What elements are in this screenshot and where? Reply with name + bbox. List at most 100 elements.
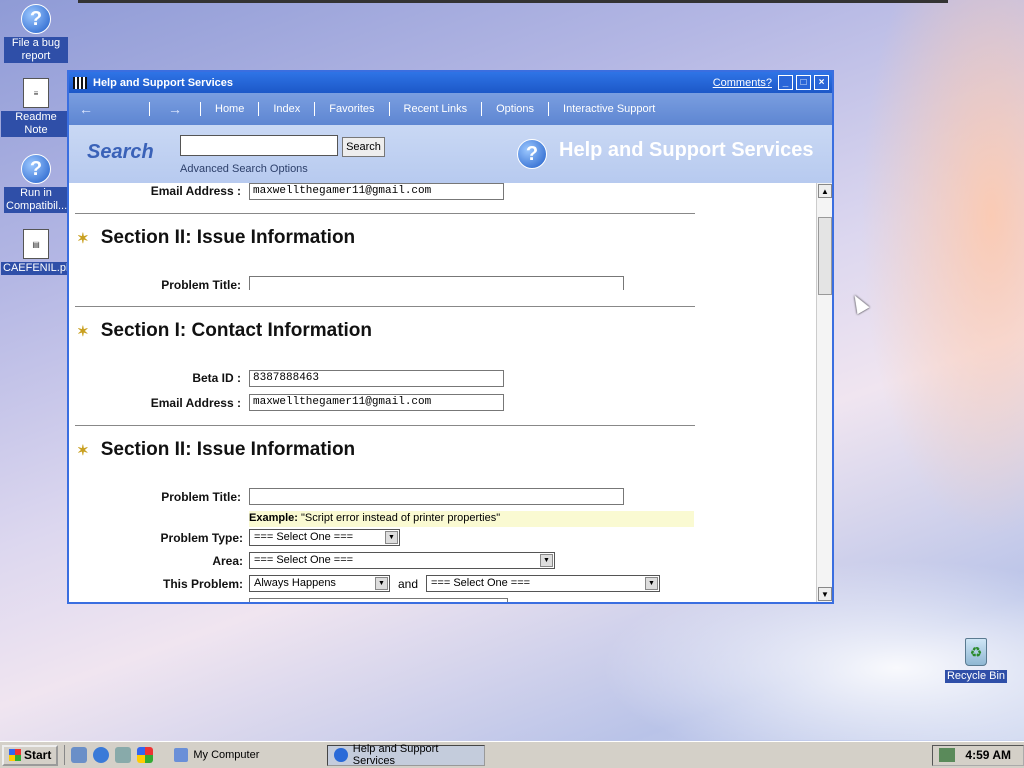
advanced-search-link[interactable]: Advanced Search Options — [180, 163, 308, 175]
problem-type-select[interactable]: === Select One === ▼ — [249, 529, 400, 546]
this-problem-select[interactable]: Always Happens ▼ — [249, 575, 390, 592]
example-prefix: Example: — [249, 512, 298, 524]
email-label: Email Address : — [150, 396, 241, 410]
app-icon — [73, 76, 87, 89]
nav-index[interactable]: Index — [267, 103, 306, 115]
computer-icon — [174, 748, 189, 762]
desktop-icon-label: Recycle Bin — [944, 670, 1008, 683]
this-problem-value-2: === Select One === — [431, 577, 531, 589]
example-hint: Example: "Script error instead of printe… — [249, 511, 694, 527]
scroll-thumb[interactable] — [818, 217, 832, 295]
section-2-title: Section II: Issue Information — [100, 227, 356, 248]
desktop-icon-caefenil[interactable]: ▤ CAEFENIL.ph — [1, 228, 75, 275]
desktop-top-bar — [78, 0, 948, 3]
problem-title-label: Problem Title: — [161, 490, 241, 504]
nav-home[interactable]: Home — [209, 103, 250, 115]
comments-link[interactable]: Comments? — [713, 77, 772, 89]
search-bar: Search Search Advanced Search Options ? … — [69, 125, 832, 183]
star-icon: ✶ — [77, 229, 89, 246]
form-content: Email Address : maxwellthegamer11@gmail.… — [69, 183, 816, 602]
help-question-icon: ? — [21, 154, 51, 184]
close-button[interactable]: × — [814, 75, 829, 90]
section-2-heading: ✶ Section II: Issue Information — [77, 439, 355, 461]
minimize-button[interactable]: _ — [778, 75, 793, 90]
problem-type-value: === Select One === — [254, 531, 354, 543]
forward-arrow-icon[interactable]: → — [158, 101, 192, 117]
chevron-down-icon: ▼ — [540, 554, 553, 567]
section-2-title: Section II: Issue Information — [100, 439, 356, 460]
email-field[interactable]: maxwellthegamer11@gmail.com — [249, 183, 504, 200]
window-titlebar[interactable]: Help and Support Services Comments? _ □ … — [69, 72, 832, 93]
and-label: and — [398, 577, 419, 591]
desktop-icon-label: Readme Note — [1, 111, 71, 137]
nav-recent-links[interactable]: Recent Links — [398, 103, 474, 115]
search-input[interactable] — [180, 135, 338, 156]
internet-explorer-icon[interactable] — [93, 747, 110, 763]
desktop-icon-recycle-bin[interactable]: ♻ Recycle Bin — [941, 636, 1011, 683]
vertical-scrollbar[interactable]: ▲ ▼ — [816, 183, 832, 602]
document-icon: ≡ — [23, 78, 49, 108]
desktop-icon-label: Run in Compatibil... — [4, 187, 68, 213]
desktop-icon-label: CAEFENIL.ph — [1, 262, 75, 275]
this-problem-label: This Problem: — [162, 577, 243, 591]
start-button[interactable]: Start — [2, 744, 59, 766]
star-icon: ✶ — [77, 441, 89, 458]
this-problem-value: Always Happens — [254, 577, 336, 589]
desktop-icon-run-compat[interactable]: ? Run in Compatibil... — [1, 153, 71, 213]
nav-favorites[interactable]: Favorites — [323, 103, 380, 115]
area-label: Area: — [212, 554, 243, 568]
task-my-computer[interactable]: My Computer — [167, 745, 319, 766]
problem-title-label: Problem Title: — [161, 278, 241, 292]
beta-id-label: Beta ID : — [192, 371, 241, 385]
window-title: Help and Support Services — [93, 76, 233, 89]
desktop-icon-file-bug[interactable]: ? File a bug report — [1, 3, 71, 63]
search-button[interactable]: Search — [342, 137, 385, 157]
windows-logo-icon — [9, 749, 21, 761]
area-select[interactable]: === Select One === ▼ — [249, 552, 555, 569]
section-1-heading: ✶ Section I: Contact Information — [77, 320, 372, 342]
recycle-bin-icon: ♻ — [965, 638, 987, 666]
network-tray-icon[interactable] — [939, 748, 956, 762]
brand-title: Help and Support Services — [559, 139, 814, 161]
nav-options[interactable]: Options — [490, 103, 540, 115]
help-question-icon: ? — [517, 139, 547, 169]
start-label: Start — [24, 748, 52, 762]
email-field[interactable]: maxwellthegamer11@gmail.com — [249, 394, 504, 411]
file-icon: ▤ — [23, 229, 49, 259]
problem-title-field[interactable] — [249, 276, 624, 290]
email-label: Email Address : — [150, 184, 241, 198]
task-label: Help and Support Services — [352, 743, 439, 767]
section-1-title: Section I: Contact Information — [100, 320, 373, 341]
help-support-window: Help and Support Services Comments? _ □ … — [67, 70, 834, 604]
this-problem-select-2[interactable]: === Select One === ▼ — [426, 575, 660, 592]
star-icon: ✶ — [77, 322, 89, 339]
media-player-icon[interactable] — [137, 747, 154, 763]
area-value: === Select One === — [254, 554, 354, 566]
show-desktop-icon[interactable] — [71, 747, 88, 763]
system-tray: 4:59 AM — [932, 744, 1024, 766]
taskbar: Start My Computer Help and Support Servi… — [0, 741, 1024, 768]
help-question-icon: ? — [21, 4, 51, 34]
nav-interactive-support[interactable]: Interactive Support — [557, 103, 661, 115]
maximize-button[interactable]: □ — [796, 75, 811, 90]
beta-id-field[interactable]: 8387888463 — [249, 370, 504, 387]
chevron-down-icon: ▼ — [645, 577, 658, 590]
example-text: "Script error instead of printer propert… — [297, 512, 501, 524]
nav-toolbar: ← → Home Index Favorites Recent Links Op… — [69, 93, 832, 125]
partial-field[interactable] — [249, 598, 508, 602]
help-question-icon — [334, 748, 348, 762]
section-2-heading: ✶ Section II: Issue Information — [77, 227, 355, 249]
task-label: My Computer — [193, 749, 260, 761]
problem-title-field[interactable] — [249, 488, 624, 505]
chevron-down-icon: ▼ — [375, 577, 388, 590]
scroll-up-icon[interactable]: ▲ — [818, 184, 832, 198]
search-label: Search — [87, 141, 154, 163]
network-icon[interactable] — [115, 747, 132, 763]
desktop-icon-readme[interactable]: ≡ Readme Note — [1, 77, 71, 137]
mouse-cursor-icon — [848, 291, 870, 315]
scroll-down-icon[interactable]: ▼ — [818, 587, 832, 601]
back-arrow-icon[interactable]: ← — [69, 101, 103, 117]
clock[interactable]: 4:59 AM — [965, 748, 1011, 762]
task-help-support[interactable]: Help and Support Services — [327, 743, 486, 767]
desktop-icon-label: File a bug report — [4, 37, 68, 63]
